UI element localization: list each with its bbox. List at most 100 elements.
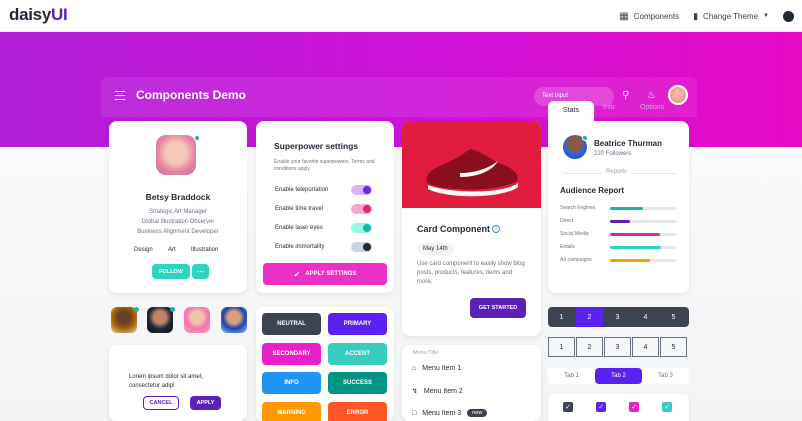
more-button[interactable]: ⋯ (192, 264, 209, 279)
superpower-title: Superpower settings (274, 141, 359, 151)
info-button[interactable]: INFO (262, 372, 321, 394)
user-name: Beatrice Thurman (594, 139, 663, 148)
avatar[interactable] (668, 85, 688, 105)
profile-name: Betsy Braddock (145, 192, 211, 202)
toggle-label: Enable time travel (275, 206, 324, 212)
report-row-bar (610, 207, 676, 210)
menu-item-label: Menu Item 3 (422, 409, 462, 417)
laser-eyes-toggle[interactable] (351, 223, 372, 233)
shoe-image (402, 121, 541, 208)
report-row-fill (610, 233, 660, 236)
apply-settings-label: APPLY SETTINGS (305, 271, 357, 277)
card-text: Use card component to easily show blog p… (417, 261, 525, 285)
page-button[interactable]: 3 (604, 307, 631, 327)
checkbox-neutral[interactable]: ✓ (563, 402, 573, 412)
accent-button[interactable]: ACCENT (328, 343, 387, 365)
checkbox-secondary[interactable]: ✓ (629, 402, 639, 412)
cancel-button[interactable]: CANCEL (143, 396, 179, 410)
tabs-boxed: Tab 1 Tab 2 Tab 3 (548, 368, 689, 384)
change-theme-dropdown[interactable]: ▮ Change Theme ▼ (693, 11, 769, 22)
profile-line: Global Illustration Observer (141, 219, 215, 225)
page-button[interactable]: 2 (576, 307, 603, 327)
lightning-icon: ↯ (412, 388, 418, 395)
tab-active[interactable]: Tab 2 (595, 368, 642, 384)
teleportation-toggle[interactable] (351, 185, 372, 195)
online-dot (134, 307, 139, 312)
report-title: Audience Report (560, 186, 625, 195)
page-button[interactable]: 1 (548, 307, 575, 327)
report-row-label: Search Engines (560, 205, 596, 211)
bell-icon[interactable]: ♨ (647, 90, 656, 101)
primary-button[interactable]: PRIMARY (328, 313, 387, 335)
checkbox-primary[interactable]: ✓ (596, 402, 606, 412)
tab[interactable]: Tab 3 (642, 368, 689, 384)
profile-line: Strategic Art Manager (148, 209, 208, 215)
avatar[interactable] (184, 307, 210, 333)
online-dot (170, 307, 175, 312)
tab-info[interactable]: Info (603, 104, 615, 111)
success-button[interactable]: SUCCESS (328, 372, 387, 394)
divider-label: Reports (602, 169, 632, 175)
error-button[interactable]: ERROR (328, 402, 387, 421)
page-button[interactable]: 5 (660, 307, 687, 327)
menu-item-label: Menu Item 1 (422, 365, 462, 372)
report-row-fill (610, 246, 662, 249)
avatar[interactable] (111, 307, 137, 333)
get-started-button[interactable]: GET STARTED (470, 298, 526, 318)
secondary-button[interactable]: SECONDARY (262, 343, 321, 365)
page-button[interactable]: 1 (548, 337, 575, 357)
color-buttons-card: NEUTRAL PRIMARY SECONDARY ACCENT INFO SU… (256, 307, 394, 421)
avatar[interactable] (147, 307, 173, 333)
pagination-outline: 1 2 3 4 5 (548, 337, 689, 357)
apply-button[interactable]: APPLY (190, 396, 221, 410)
product-card: Card Component i May 14th Use card compo… (402, 121, 541, 336)
home-icon: ⌂ (412, 365, 417, 372)
menu-item-label: Menu Item 2 (423, 387, 463, 395)
tab-options[interactable]: Options (640, 104, 664, 111)
demo-title: Components Demo (136, 88, 247, 102)
components-link[interactable]: ▦ Components (619, 11, 679, 22)
tab-stats[interactable]: Stats (548, 101, 594, 121)
search-icon[interactable]: ⚲ (622, 90, 629, 101)
change-theme-label: Change Theme (703, 11, 759, 21)
page-button[interactable]: 4 (632, 307, 659, 327)
toggle-label: Enable teleportation (275, 187, 329, 193)
card-title: Card Component (417, 224, 490, 234)
user-followers: 220 Followers (594, 151, 632, 157)
tab[interactable]: Tab 1 (548, 368, 595, 384)
profile-tag: Art (168, 247, 176, 253)
shoe-illustration (426, 149, 518, 197)
report-row-label: Social Media (560, 231, 589, 237)
checkbox-accent[interactable]: ✓ (662, 402, 672, 412)
follow-button[interactable]: FOLLOW (152, 264, 190, 279)
date-badge: May 14th (417, 243, 454, 255)
neutral-button[interactable]: NEUTRAL (262, 313, 321, 335)
report-row-bar (610, 246, 676, 249)
palette-icon: ▮ (693, 10, 699, 21)
menu-card: Menu Title ⌂ Menu Item 1 ↯ Menu Item 2 □ Me… (402, 345, 541, 421)
menu-item[interactable]: □ Menu Item 3 new (412, 409, 488, 417)
profile-tag: Illustration (191, 247, 219, 253)
profile-tag: Design (134, 247, 153, 253)
new-badge: new (467, 409, 488, 417)
folder-icon: □ (412, 409, 417, 417)
page-button[interactable]: 5 (660, 337, 687, 357)
daisyui-logo[interactable]: daisyUI (9, 5, 68, 25)
page-button[interactable]: 3 (604, 337, 631, 357)
hamburger-icon[interactable] (115, 91, 125, 100)
info-icon: i (492, 225, 500, 233)
immortality-toggle[interactable] (351, 242, 372, 252)
demo-navbar: Components Demo Text Input ⚲ ♨ (101, 77, 697, 117)
message-card: Lorem ipsum dolor sit amet, consectetur … (109, 345, 247, 421)
github-icon[interactable] (783, 10, 794, 22)
superpower-card: Superpower settings Enable your favorite… (256, 121, 394, 293)
menu-item[interactable]: ⌂ Menu Item 1 (412, 365, 461, 372)
page-button[interactable]: 4 (632, 337, 659, 357)
online-dot (582, 135, 588, 141)
page-button[interactable]: 2 (576, 337, 603, 357)
menu-item[interactable]: ↯ Menu Item 2 (412, 387, 463, 396)
time-travel-toggle[interactable] (351, 204, 372, 214)
apply-settings-button[interactable]: ✓ APPLY SETTINGS (263, 263, 387, 285)
warning-button[interactable]: WARNING (262, 402, 321, 421)
avatar[interactable] (221, 307, 247, 333)
